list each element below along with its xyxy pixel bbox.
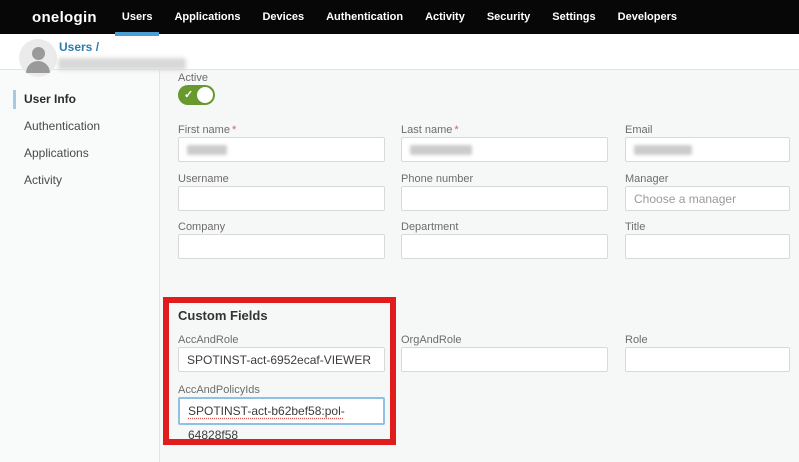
username-label: Username (178, 173, 385, 185)
active-label: Active (178, 72, 208, 84)
title-label: Title (625, 221, 790, 233)
phone-number-label: Phone number (401, 173, 608, 185)
nav-tab-authentication[interactable]: Authentication (315, 0, 414, 34)
acc-and-role-input[interactable] (178, 347, 385, 372)
nav-tab-security[interactable]: Security (476, 0, 541, 34)
org-and-role-input[interactable] (401, 347, 608, 372)
last-name-label: Last name* (401, 124, 608, 136)
redacted-value (634, 145, 692, 155)
user-name-redacted (58, 58, 186, 70)
role-input[interactable] (625, 347, 790, 372)
last-name-input[interactable] (401, 137, 608, 162)
nav-tab-settings[interactable]: Settings (541, 0, 606, 34)
department-input[interactable] (401, 234, 608, 259)
acc-and-policy-ids-label: AccAndPolicyIds (178, 384, 385, 396)
sidebar-item-applications[interactable]: Applications (0, 140, 159, 167)
top-nav: onelogin Users Applications Devices Auth… (0, 0, 799, 34)
user-info-form: Active ✓ First name* Last name* Email Us… (160, 70, 799, 462)
company-input[interactable] (178, 234, 385, 259)
first-name-input[interactable] (178, 137, 385, 162)
acc-and-policy-ids-value: SPOTINST-act-b62bef58:pol-64828f58 (188, 404, 345, 442)
redacted-value (410, 145, 472, 155)
custom-fields-heading: Custom Fields (178, 308, 268, 323)
email-input[interactable] (625, 137, 790, 162)
acc-and-role-label: AccAndRole (178, 334, 385, 346)
username-input[interactable] (178, 186, 385, 211)
sidebar: User Info Authentication Applications Ac… (0, 70, 160, 462)
phone-number-input[interactable] (401, 186, 608, 211)
nav-tab-developers[interactable]: Developers (607, 0, 688, 34)
nav-tab-users[interactable]: Users (111, 0, 164, 34)
user-avatar (19, 39, 57, 77)
nav-tab-applications[interactable]: Applications (163, 0, 251, 34)
breadcrumb[interactable]: Users / (59, 40, 99, 54)
org-and-role-label: OrgAndRole (401, 334, 608, 346)
active-toggle[interactable]: ✓ (178, 85, 215, 105)
sidebar-item-authentication[interactable]: Authentication (0, 113, 159, 140)
manager-input[interactable] (625, 186, 790, 211)
nav-items: Users Applications Devices Authenticatio… (111, 0, 688, 34)
nav-tab-activity[interactable]: Activity (414, 0, 476, 34)
acc-and-policy-ids-input[interactable]: SPOTINST-act-b62bef58:pol-64828f58 (178, 397, 385, 425)
onelogin-user-page: onelogin Users Applications Devices Auth… (0, 0, 799, 462)
onelogin-logo: onelogin (32, 9, 97, 26)
email-label: Email (625, 124, 790, 136)
redacted-value (187, 145, 227, 155)
sidebar-item-user-info[interactable]: User Info (0, 86, 159, 113)
role-label: Role (625, 334, 790, 346)
check-icon: ✓ (184, 88, 193, 101)
first-name-label: First name* (178, 124, 385, 136)
department-label: Department (401, 221, 608, 233)
avatar-person-icon (32, 47, 45, 60)
manager-label: Manager (625, 173, 790, 185)
company-label: Company (178, 221, 385, 233)
sidebar-item-activity[interactable]: Activity (0, 167, 159, 194)
title-input[interactable] (625, 234, 790, 259)
nav-tab-devices[interactable]: Devices (251, 0, 315, 34)
